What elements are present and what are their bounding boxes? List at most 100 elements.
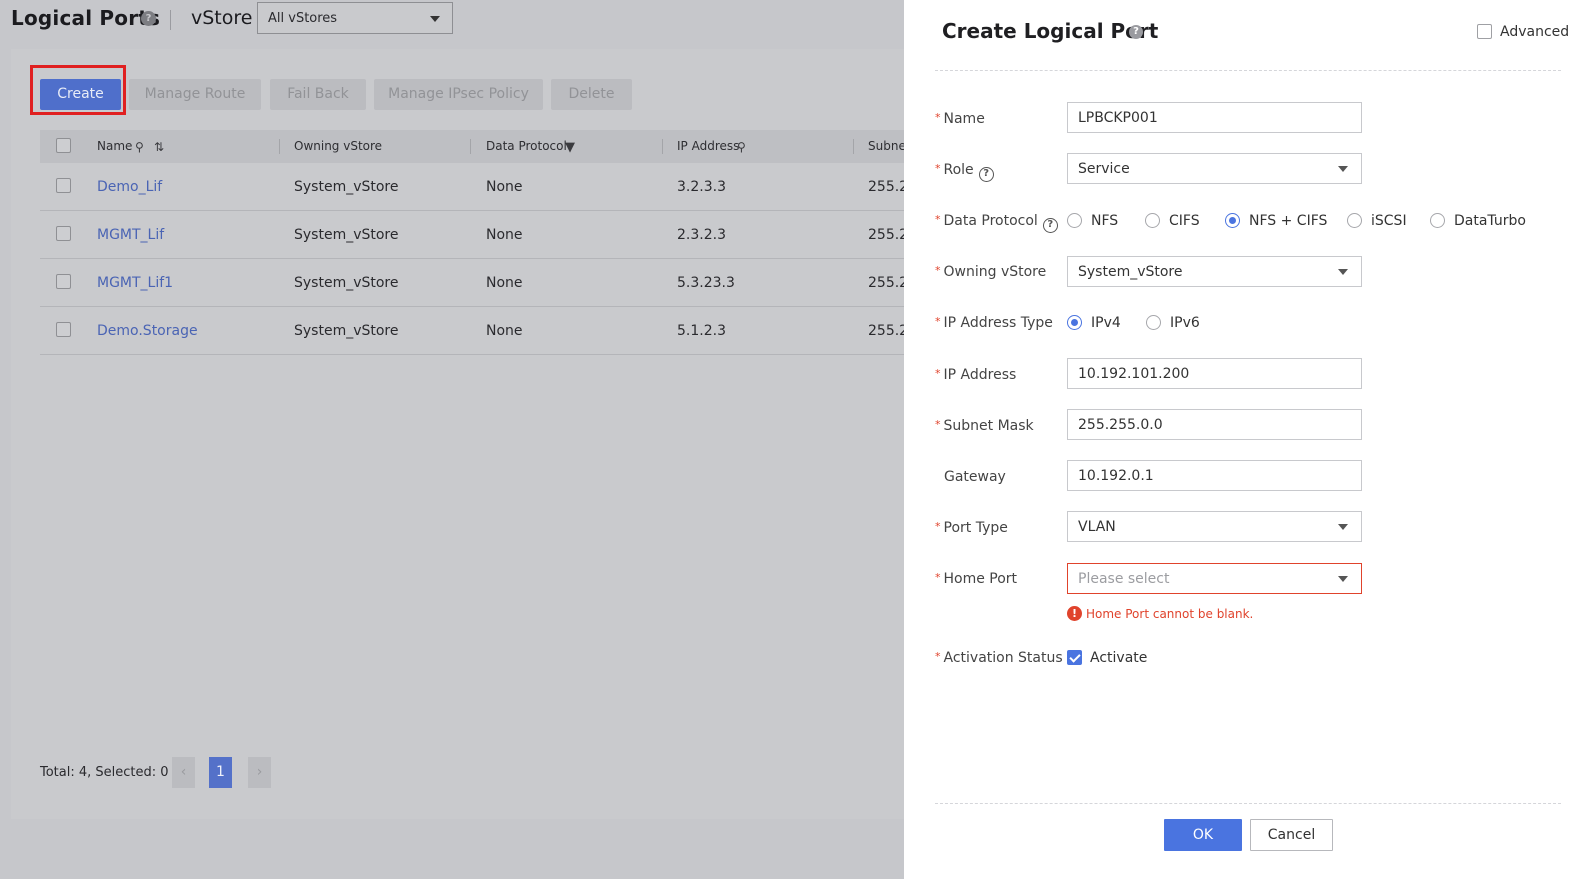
protocol-radio-nfs[interactable] xyxy=(1067,213,1082,228)
column-ip-address[interactable]: IP Address xyxy=(677,139,739,153)
chevron-down-icon xyxy=(1338,166,1348,172)
row-subnet: 255.2 xyxy=(868,323,909,339)
activation-status-label: * Activation Status xyxy=(935,650,1063,666)
protocol-radio-cifs[interactable] xyxy=(1145,213,1160,228)
owning-vstore-select[interactable]: System_vStore xyxy=(1067,256,1362,287)
fail-back-button[interactable]: Fail Back xyxy=(270,79,366,110)
data-protocol-label: * Data Protocol? xyxy=(935,213,1058,233)
iptype-radio-ipv6[interactable] xyxy=(1146,315,1161,330)
role-label: * Role? xyxy=(935,162,994,182)
row-name-link[interactable]: MGMT_Lif1 xyxy=(97,275,173,291)
filter-icon[interactable]: ▼ xyxy=(565,140,575,155)
vstore-label: vStore xyxy=(191,7,253,29)
delete-button[interactable]: Delete xyxy=(551,79,632,110)
row-data-protocol: None xyxy=(486,227,523,243)
row-owning-vstore: System_vStore xyxy=(294,179,399,195)
protocol-label-nfs-cifs[interactable]: NFS + CIFS xyxy=(1249,213,1327,229)
chevron-down-icon xyxy=(1338,576,1348,582)
cancel-button[interactable]: Cancel xyxy=(1250,819,1333,851)
iptype-label-ipv6[interactable]: IPv6 xyxy=(1170,315,1200,331)
activate-checkbox[interactable] xyxy=(1067,650,1082,665)
row-checkbox[interactable] xyxy=(56,322,71,337)
manage-ipsec-policy-button[interactable]: Manage IPsec Policy xyxy=(374,79,543,110)
select-all-checkbox[interactable] xyxy=(56,138,71,153)
advanced-label[interactable]: Advanced xyxy=(1500,24,1569,40)
name-label: * Name xyxy=(935,111,985,127)
gateway-input[interactable]: 10.192.0.1 xyxy=(1067,460,1362,491)
row-subnet: 255.2 xyxy=(868,275,909,291)
pager-summary: Total: 4, Selected: 0 xyxy=(40,765,169,780)
advanced-checkbox[interactable] xyxy=(1477,24,1492,39)
chevron-down-icon xyxy=(1338,269,1348,275)
protocol-radio-dataturbo[interactable] xyxy=(1430,213,1445,228)
ip-address-type-label: * IP Address Type xyxy=(935,315,1053,331)
row-ip-address: 5.1.2.3 xyxy=(677,323,726,339)
pager-page-button[interactable]: 1 xyxy=(209,757,232,788)
row-checkbox[interactable] xyxy=(56,274,71,289)
vstore-select-value: All vStores xyxy=(268,11,338,26)
column-data-protocol[interactable]: Data Protocol xyxy=(486,139,567,153)
row-owning-vstore: System_vStore xyxy=(294,275,399,291)
row-name-link[interactable]: MGMT_Lif xyxy=(97,227,164,243)
subnet-mask-input[interactable]: 255.255.0.0 xyxy=(1067,409,1362,440)
port-type-label: * Port Type xyxy=(935,520,1008,536)
home-port-error: Home Port cannot be blank. xyxy=(1086,607,1254,621)
gateway-label: Gateway xyxy=(944,469,1006,485)
question-icon[interactable]: ? xyxy=(1042,218,1058,233)
column-divider xyxy=(470,139,471,154)
row-owning-vstore: System_vStore xyxy=(294,227,399,243)
protocol-radio-iscsi[interactable] xyxy=(1347,213,1362,228)
sort-icon[interactable]: ⇅ xyxy=(154,140,164,154)
home-port-select[interactable]: Please select xyxy=(1067,563,1362,594)
row-ip-address: 3.2.3.3 xyxy=(677,179,726,195)
ip-address-input[interactable]: 10.192.101.200 xyxy=(1067,358,1362,389)
column-divider xyxy=(853,139,854,154)
owning-vstore-label: * Owning vStore xyxy=(935,264,1047,280)
footer-divider xyxy=(935,803,1561,804)
row-name-link[interactable]: Demo.Storage xyxy=(97,323,198,339)
search-icon[interactable]: ⚲ xyxy=(135,140,144,154)
column-divider xyxy=(279,139,280,154)
row-name-link[interactable]: Demo_Lif xyxy=(97,179,162,195)
port-type-select[interactable]: VLAN xyxy=(1067,511,1362,542)
protocol-label-cifs[interactable]: CIFS xyxy=(1169,213,1200,229)
column-divider xyxy=(662,139,663,154)
row-owning-vstore: System_vStore xyxy=(294,323,399,339)
pager-prev-button[interactable]: ‹ xyxy=(172,757,195,788)
activate-label[interactable]: Activate xyxy=(1090,650,1147,666)
home-port-label: * Home Port xyxy=(935,571,1018,587)
ip-address-label: * IP Address xyxy=(935,367,1017,383)
subnet-mask-label: * Subnet Mask xyxy=(935,418,1034,434)
role-select[interactable]: Service xyxy=(1067,153,1362,184)
create-button[interactable]: Create xyxy=(40,79,121,110)
drawer-title: Create Logical Port xyxy=(942,19,1159,43)
vstore-select[interactable]: All vStores xyxy=(257,2,453,34)
row-checkbox[interactable] xyxy=(56,178,71,193)
manage-route-button[interactable]: Manage Route xyxy=(129,79,261,110)
iptype-radio-ipv4[interactable] xyxy=(1067,315,1082,330)
protocol-label-dataturbo[interactable]: DataTurbo xyxy=(1454,213,1526,229)
header-divider xyxy=(170,10,171,30)
column-owning-vstore[interactable]: Owning vStore xyxy=(294,139,382,153)
protocol-label-nfs[interactable]: NFS xyxy=(1091,213,1118,229)
help-icon[interactable]: ? xyxy=(1129,25,1143,39)
error-icon: ! xyxy=(1067,606,1082,621)
row-subnet: 255.2 xyxy=(868,227,909,243)
question-icon[interactable]: ? xyxy=(978,167,994,182)
pager-next-button[interactable]: › xyxy=(248,757,271,788)
protocol-radio-nfs-cifs[interactable] xyxy=(1225,213,1240,228)
search-icon[interactable]: ⚲ xyxy=(737,140,746,154)
row-data-protocol: None xyxy=(486,323,523,339)
row-data-protocol: None xyxy=(486,275,523,291)
protocol-label-iscsi[interactable]: iSCSI xyxy=(1371,213,1407,229)
row-data-protocol: None xyxy=(486,179,523,195)
chevron-down-icon xyxy=(430,16,440,22)
ok-button[interactable]: OK xyxy=(1164,819,1242,851)
row-subnet: 255.2 xyxy=(868,179,909,195)
column-name[interactable]: Name xyxy=(97,139,132,153)
iptype-label-ipv4[interactable]: IPv4 xyxy=(1091,315,1121,331)
row-checkbox[interactable] xyxy=(56,226,71,241)
help-icon[interactable]: ? xyxy=(141,11,156,26)
name-input[interactable]: LPBCKP001 xyxy=(1067,102,1362,133)
page-title: Logical Ports xyxy=(11,6,161,30)
